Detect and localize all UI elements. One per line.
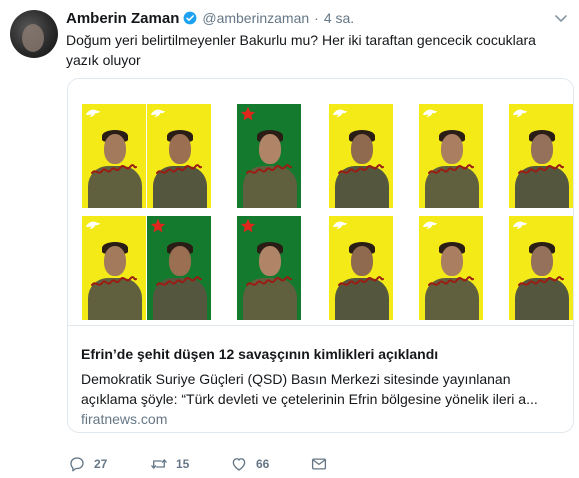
name-script-decoration bbox=[246, 164, 292, 174]
fighter-photo bbox=[237, 104, 301, 208]
author-handle[interactable]: @amberinzaman bbox=[202, 10, 309, 26]
name-script-decoration bbox=[338, 276, 384, 286]
name-script-decoration bbox=[428, 276, 474, 286]
name-script-decoration bbox=[91, 164, 137, 174]
retweet-count: 15 bbox=[176, 457, 190, 471]
avatar[interactable] bbox=[10, 10, 58, 58]
fighter-photo bbox=[237, 216, 301, 320]
fighter-photo bbox=[329, 216, 393, 320]
fighter-photo bbox=[147, 104, 211, 208]
emblem-icon bbox=[512, 221, 528, 229]
reply-button[interactable]: 27 bbox=[68, 455, 150, 473]
card-description: Demokratik Suriye Güçleri (QSD) Basın Me… bbox=[81, 369, 561, 409]
fighter-photo bbox=[147, 216, 211, 320]
card-description-line: Demokratik Suriye Güçleri (QSD) Basın Me… bbox=[81, 371, 511, 387]
name-script-decoration bbox=[338, 164, 384, 174]
red-star-icon bbox=[240, 106, 256, 121]
emblem-icon bbox=[85, 221, 101, 229]
like-count: 66 bbox=[256, 457, 270, 471]
separator-dot: · bbox=[314, 10, 319, 26]
like-button[interactable]: 66 bbox=[230, 455, 310, 473]
emblem-icon bbox=[512, 109, 528, 117]
reply-icon bbox=[70, 457, 84, 472]
tweet[interactable]: Amberin Zaman @amberinzaman · 4 sa. Doğu… bbox=[0, 0, 579, 478]
heart-icon bbox=[232, 458, 246, 471]
reply-count: 27 bbox=[94, 457, 108, 471]
emblem-icon bbox=[422, 109, 438, 117]
card-image[interactable] bbox=[68, 79, 573, 325]
emblem-icon bbox=[332, 109, 348, 117]
tweet-header: Amberin Zaman @amberinzaman · 4 sa. bbox=[66, 8, 354, 28]
retweet-button[interactable]: 15 bbox=[150, 455, 230, 473]
name-script-decoration bbox=[518, 164, 564, 174]
card-description-line: açıklama şöyle: “Türk devleti ve çeteler… bbox=[81, 391, 538, 407]
emblem-icon bbox=[422, 221, 438, 229]
fighter-photo bbox=[82, 216, 146, 320]
card-body[interactable]: Efrin’de şehit düşen 12 savaşçının kimli… bbox=[68, 325, 573, 427]
name-script-decoration bbox=[156, 164, 202, 174]
retweet-icon bbox=[151, 459, 167, 469]
red-star-icon bbox=[240, 218, 256, 233]
chevron-down-icon[interactable] bbox=[553, 10, 569, 26]
action-bar: 27 15 66 bbox=[68, 454, 328, 474]
fighter-photo bbox=[419, 216, 483, 320]
red-star-icon bbox=[150, 218, 166, 233]
fighter-photo bbox=[82, 104, 146, 208]
direct-message-button[interactable] bbox=[310, 455, 328, 473]
tweet-text: Doğum yeri belirtilmeyenler Bakurlu mu? … bbox=[66, 32, 536, 68]
name-script-decoration bbox=[156, 276, 202, 286]
name-script-decoration bbox=[91, 276, 137, 286]
name-script-decoration bbox=[518, 276, 564, 286]
fighter-photo bbox=[419, 104, 483, 208]
fighter-photo bbox=[509, 104, 573, 208]
envelope-icon bbox=[311, 458, 327, 470]
emblem-icon bbox=[332, 221, 348, 229]
timestamp[interactable]: 4 sa. bbox=[324, 10, 354, 26]
verified-badge-icon bbox=[183, 11, 197, 25]
author-name[interactable]: Amberin Zaman bbox=[66, 10, 179, 27]
name-script-decoration bbox=[428, 164, 474, 174]
link-card[interactable]: Efrin’de şehit düşen 12 savaşçının kimli… bbox=[67, 78, 574, 433]
name-script-decoration bbox=[246, 276, 292, 286]
fighter-photo bbox=[329, 104, 393, 208]
card-domain: firatnews.com bbox=[81, 411, 168, 427]
card-title: Efrin’de şehit düşen 12 savaşçının kimli… bbox=[81, 346, 439, 362]
emblem-icon bbox=[150, 109, 166, 117]
fighter-photo bbox=[509, 216, 573, 320]
emblem-icon bbox=[85, 109, 101, 117]
